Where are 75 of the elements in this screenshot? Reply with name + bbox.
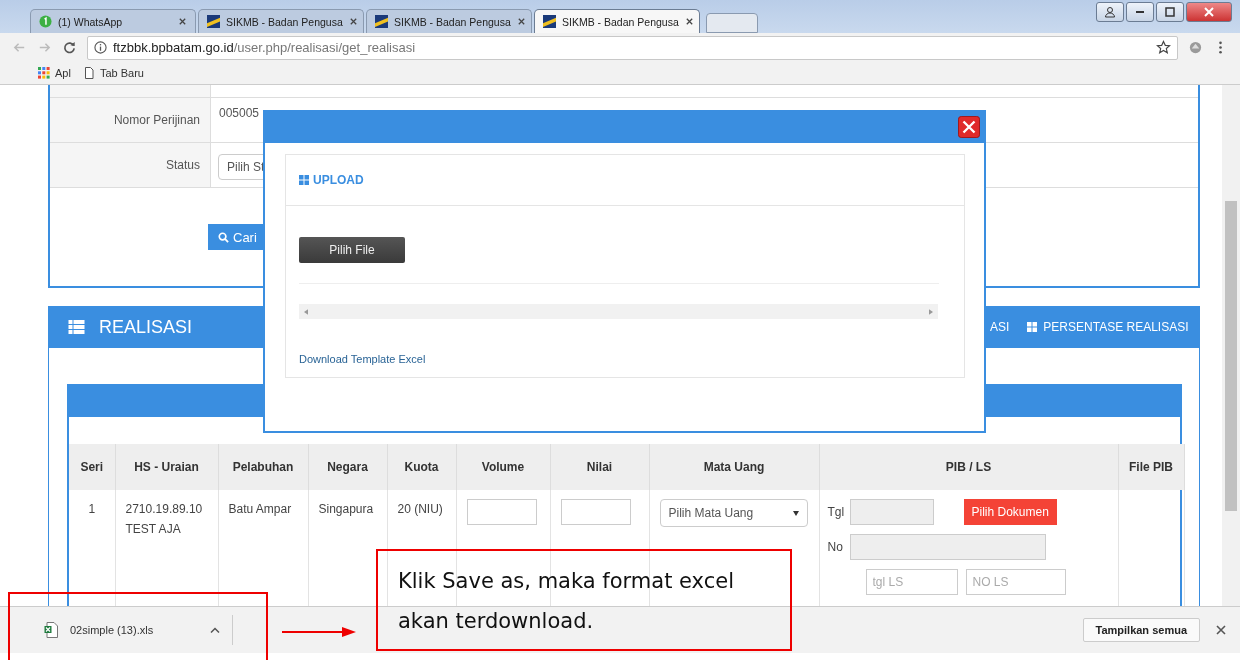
close-button[interactable] bbox=[1186, 2, 1232, 22]
column-header: Negara bbox=[308, 444, 387, 490]
table-cell: Singapura bbox=[318, 502, 374, 516]
browser-tab[interactable]: (1) WhatsApp bbox=[30, 9, 196, 33]
panel-title: REALISASI bbox=[99, 316, 193, 338]
volume-input[interactable] bbox=[466, 499, 537, 525]
choose-document-button[interactable]: Pilih Dokumen bbox=[963, 499, 1057, 525]
field-value: 005005 bbox=[219, 106, 260, 120]
table-cell: 20 (NIU) bbox=[397, 502, 443, 516]
notification-icon bbox=[39, 15, 52, 28]
field-label: No bbox=[827, 539, 842, 556]
minimize-button[interactable] bbox=[1126, 2, 1154, 22]
close-icon[interactable] bbox=[958, 115, 980, 138]
template-download-link[interactable]: Download Template Excel bbox=[299, 353, 426, 365]
maximize-icon bbox=[1164, 6, 1176, 18]
close-icon[interactable] bbox=[1216, 625, 1226, 635]
table-cell: 1 bbox=[88, 502, 96, 516]
field-label: Status bbox=[50, 143, 211, 187]
caret-icon[interactable] bbox=[210, 627, 220, 633]
download-item[interactable]: 02simple (13).xls bbox=[44, 622, 220, 638]
show-all-button[interactable]: Tampilkan semua bbox=[1082, 618, 1200, 642]
tab-title: SIKMB - Badan Pengusa bbox=[394, 15, 511, 28]
tab-title: SIKMB - Badan Pengusa bbox=[562, 15, 679, 28]
table-cell: Batu Ampar bbox=[228, 502, 292, 516]
site-logo-icon bbox=[375, 15, 388, 28]
currency-dropdown[interactable]: Pilih Mata Uang bbox=[659, 499, 808, 527]
column-header: File PIB bbox=[1118, 444, 1184, 490]
user-icon bbox=[1104, 6, 1116, 18]
bookmark-item[interactable]: Tab Baru bbox=[82, 67, 144, 79]
scrollbar[interactable] bbox=[1222, 85, 1240, 606]
apps-grid-icon bbox=[38, 67, 50, 79]
close-icon bbox=[1203, 6, 1215, 18]
column-header: PIB / LS bbox=[819, 444, 1118, 490]
choose-file-button[interactable]: Pilih File bbox=[299, 237, 405, 263]
ls-date-input[interactable]: tgl LS bbox=[865, 569, 958, 595]
column-header: Mata Uang bbox=[649, 444, 819, 490]
ls-number-input[interactable]: NO LS bbox=[965, 569, 1066, 595]
column-header: Seri bbox=[69, 444, 115, 490]
address-bar[interactable]: ftzbbk.bpbatam.go.id/user.php/realisasi/get_realisasi bbox=[87, 35, 1178, 60]
browser-tab[interactable]: SIKMB - Badan Pengusa bbox=[198, 9, 364, 33]
section-title: UPLOAD bbox=[313, 173, 364, 187]
search-icon bbox=[218, 231, 229, 243]
tab-title: SIKMB - Badan Pengusa bbox=[226, 15, 343, 28]
table-cell-text: TEST AJA bbox=[125, 521, 182, 538]
field-label: Tgl bbox=[827, 504, 842, 521]
close-icon[interactable] bbox=[684, 17, 694, 26]
field-label: Nomor Perijinan bbox=[50, 98, 211, 142]
reload-icon[interactable] bbox=[62, 40, 77, 55]
star-icon[interactable] bbox=[1156, 40, 1171, 55]
browser-tab[interactable]: SIKMB - Badan Pengusa bbox=[534, 9, 700, 33]
minimize-icon bbox=[1136, 11, 1144, 13]
column-header: Volume bbox=[456, 444, 550, 490]
browser-tab[interactable]: SIKMB - Badan Pengusa bbox=[366, 9, 532, 33]
list-icon bbox=[68, 320, 85, 334]
close-icon[interactable] bbox=[516, 17, 526, 26]
column-header: HS - Uraian bbox=[115, 444, 218, 490]
url-text: ftzbbk.bpbatam.go.id/user.php/realisasi/get_realisasi bbox=[113, 40, 417, 55]
site-logo-icon bbox=[207, 15, 220, 28]
close-icon[interactable] bbox=[348, 17, 358, 26]
value-input[interactable] bbox=[560, 499, 631, 525]
maximize-button[interactable] bbox=[1156, 2, 1184, 22]
site-logo-icon bbox=[543, 15, 556, 28]
user-button[interactable] bbox=[1096, 2, 1124, 22]
tab-title: (1) WhatsApp bbox=[58, 15, 124, 28]
spreadsheet-file-icon bbox=[44, 622, 58, 638]
table-cell-text: 2710.19.89.10 bbox=[125, 501, 204, 518]
column-header: Pelabuhan bbox=[218, 444, 308, 490]
column-header: Nilai bbox=[550, 444, 649, 490]
page-icon bbox=[82, 67, 95, 79]
info-icon bbox=[94, 41, 107, 54]
grid-icon bbox=[299, 175, 309, 185]
annotation-callout: Klik Save as, maka format excel akan terdownload. bbox=[376, 549, 792, 651]
column-header: Kuota bbox=[387, 444, 456, 490]
bookmark-item[interactable]: Apl bbox=[38, 67, 71, 79]
close-icon[interactable] bbox=[178, 17, 187, 26]
